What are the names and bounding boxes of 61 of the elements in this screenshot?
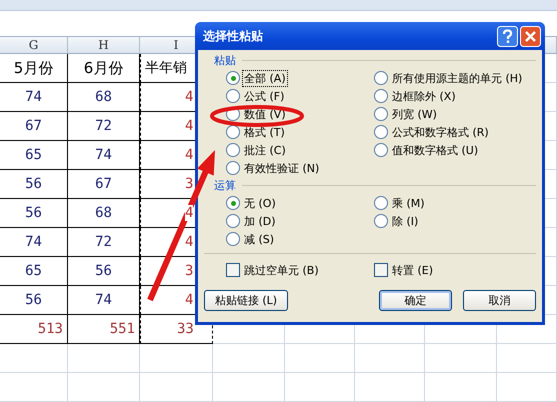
radio-option[interactable]: 所有使用源主题的单元 (H) [374,69,536,87]
radio-option[interactable]: 减 (S) [226,230,374,248]
empty-cell [285,373,355,402]
empty-cell [497,373,557,402]
table-cell: 68 [68,199,140,228]
radio-option[interactable]: 加 (D) [226,212,374,230]
table-cell: 513 [0,315,68,344]
radio-option[interactable]: 数值 (V) [226,105,374,123]
radio-option[interactable]: 批注 (C) [226,141,374,159]
table-cell: 551 [68,315,140,344]
help-icon[interactable] [497,26,518,46]
empty-cell [68,344,140,373]
table-cell: 65 [0,141,68,170]
table-cell: 72 [68,228,140,257]
table-cell: 68 [68,83,140,112]
empty-cell [425,373,497,402]
checkbox-option[interactable]: 跳过空单元 (B) [226,259,374,281]
table-cell: 56 [0,199,68,228]
table-cell: 67 [0,112,68,141]
empty-cell [425,344,497,373]
paste-link-button[interactable]: 粘贴链接 (L) [204,290,288,311]
table-cell: 72 [68,112,140,141]
table-cell: 74 [68,286,140,315]
empty-cell [0,373,68,402]
radio-option[interactable]: 格式 (T) [226,123,374,141]
empty-cell [285,344,355,373]
table-cell: 56 [0,170,68,199]
empty-cell [355,344,425,373]
empty-cell [213,373,285,402]
radio-option[interactable]: 无 (O) [226,194,374,212]
table-cell: 74 [0,83,68,112]
radio-option[interactable]: 边框除外 (X) [374,87,536,105]
radio-option[interactable]: 乘 (M) [374,194,536,212]
empty-cell [0,344,68,373]
table-cell: 65 [0,257,68,286]
radio-option[interactable]: 有效性验证 (N) [226,159,374,177]
checkbox-option[interactable]: 转置 (E) [374,259,536,281]
table-cell: 67 [68,170,140,199]
empty-cell [497,344,557,373]
empty-cell [213,344,285,373]
radio-option[interactable]: 除 (I) [374,212,536,230]
table-cell: 5月份 [0,54,68,83]
column-header[interactable]: H [68,37,140,54]
table-cell: 6月份 [68,54,140,83]
table-cell: 56 [68,257,140,286]
section-label: 粘贴 [213,53,236,68]
radio-option[interactable]: 公式和数字格式 (R) [374,123,536,141]
table-cell: 56 [0,286,68,315]
table-cell: 74 [0,228,68,257]
radio-option[interactable]: 列宽 (W) [374,105,536,123]
close-icon[interactable] [520,26,541,46]
empty-cell [68,373,140,402]
empty-cell [355,373,425,402]
cancel-button[interactable]: 取消 [463,290,536,311]
ok-button[interactable]: 确定 [379,290,452,311]
radio-option[interactable]: 全部 (A) [226,69,374,87]
table-cell: 74 [68,141,140,170]
radio-option[interactable]: 值和数字格式 (U) [374,141,536,159]
section-label: 运算 [213,178,236,193]
column-header[interactable]: G [0,37,68,54]
radio-option[interactable]: 公式 (F) [226,87,374,105]
